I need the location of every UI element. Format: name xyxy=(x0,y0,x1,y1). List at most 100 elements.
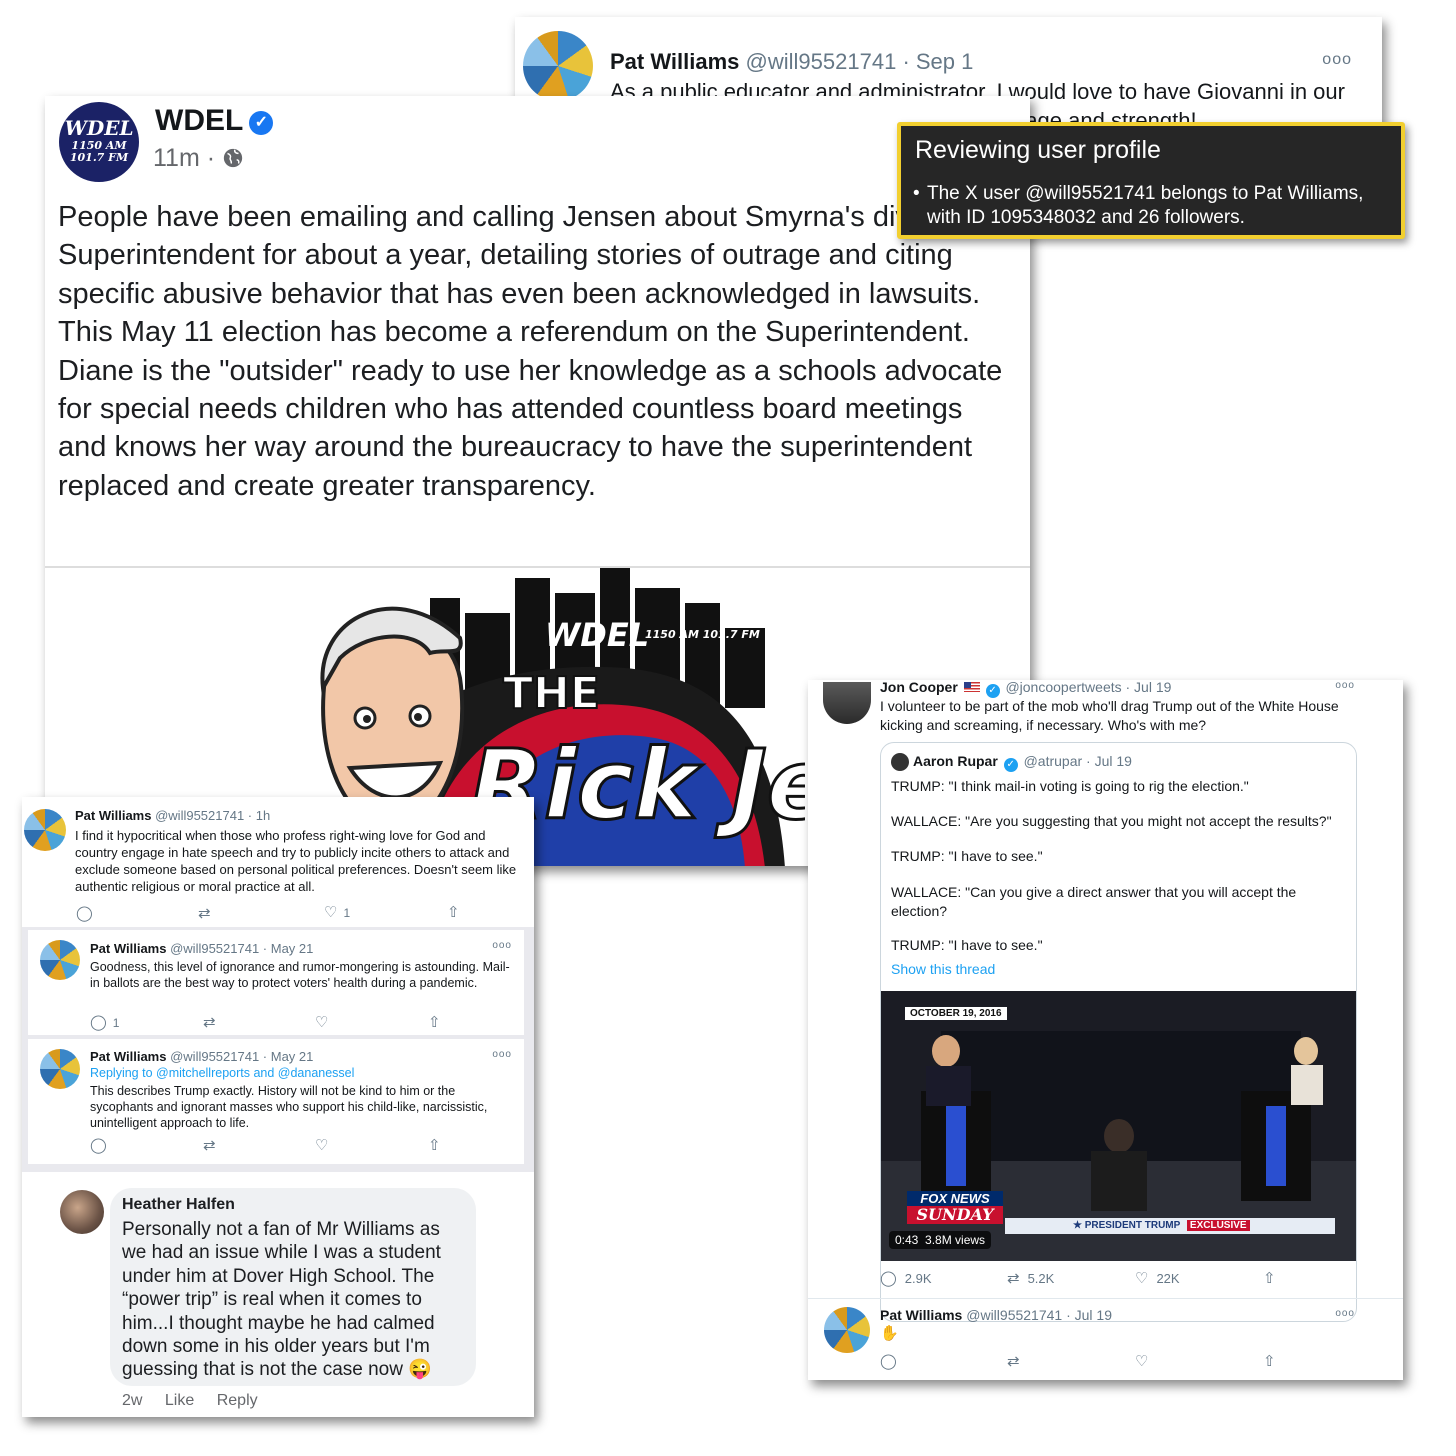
like-button[interactable]: ♡ 22K xyxy=(1135,1269,1180,1287)
tweet: Pat Williams @will95521741 · 1h I find i… xyxy=(22,797,534,927)
share-icon[interactable]: ⇧ xyxy=(428,1013,441,1031)
quote-handle[interactable]: @atrupar · Jul 19 xyxy=(1024,753,1132,769)
replying-to: Replying to @mitchellreports and @danane… xyxy=(90,1066,354,1080)
post-time[interactable]: 11m · xyxy=(153,144,244,173)
comment-actions: 2w Like Reply xyxy=(122,1392,276,1410)
quote-header: Aaron Rupar ✓ @atrupar · Jul 19 xyxy=(913,753,1132,772)
comment-age[interactable]: 2w xyxy=(122,1392,142,1409)
reply-icon[interactable]: ◯ xyxy=(76,904,93,922)
art-station: WDEL xyxy=(545,616,649,654)
like-icon[interactable]: ♡ xyxy=(315,1136,328,1154)
retweet-count: 5.2K xyxy=(1027,1271,1055,1286)
like-icon: ♡ xyxy=(1135,1270,1149,1287)
comment-text: Personally not a fan of Mr Williams as w… xyxy=(122,1219,441,1381)
station-logo[interactable]: WDEL 1150 AM 101.7 FM xyxy=(59,102,139,182)
post-time-text[interactable]: 11m · xyxy=(153,144,215,172)
tweet-date[interactable]: · Sep 1 xyxy=(902,49,973,74)
divider xyxy=(808,1298,1403,1299)
author-handle[interactable]: @will95521741 · May 21 xyxy=(170,1049,313,1064)
share-icon[interactable]: ⇧ xyxy=(428,1136,441,1154)
author-handle[interactable]: @will95521741 · 1h xyxy=(155,808,270,823)
retweet-icon[interactable]: ⇄ xyxy=(1007,1352,1020,1370)
reply-count: 2.9K xyxy=(904,1271,932,1286)
author-name[interactable]: Pat Williams xyxy=(75,808,151,823)
quoted-tweet[interactable]: Aaron Rupar ✓ @atrupar · Jul 19 TRUMP: "… xyxy=(880,742,1357,1322)
commenter-name[interactable]: Heather Halfen xyxy=(122,1196,235,1214)
avatar[interactable] xyxy=(823,682,871,724)
more-icon[interactable]: ooo xyxy=(1322,51,1352,69)
logo-fm: 101.7 FM xyxy=(69,151,129,164)
right-tweet-card: Jon Cooper ✓ @joncoopertweets · Jul 19 o… xyxy=(808,680,1403,1380)
like-button[interactable]: ♡ 1 xyxy=(324,903,350,921)
quote-line: TRUMP: "I think mail-in voting is going … xyxy=(891,778,1249,794)
reply-button[interactable]: ◯ 1 xyxy=(90,1013,119,1031)
tweet-header: Pat Williams @will95521741 · May 21 xyxy=(90,1049,313,1064)
globe-icon xyxy=(222,144,244,172)
tweet-text: This describes Trump exactly. History wi… xyxy=(90,1084,488,1130)
tweet: ooo Pat Williams @will95521741 · May 21 … xyxy=(28,930,524,1035)
video-duration: 0:43 xyxy=(895,1233,919,1247)
avatar[interactable] xyxy=(40,1049,80,1089)
avatar[interactable] xyxy=(824,1307,870,1353)
author-handle[interactable]: @will95521741 · Jul 19 xyxy=(966,1307,1112,1323)
page-name[interactable]: WDEL ✓ xyxy=(155,104,274,138)
art-freq: 1150 AM 101.7 FM xyxy=(645,628,760,641)
quote-line: TRUMP: "I have to see." xyxy=(891,848,1043,864)
reply-link[interactable]: Reply xyxy=(217,1392,258,1409)
author-name[interactable]: Pat Williams xyxy=(90,941,166,956)
author-handle[interactable]: @will95521741 · May 21 xyxy=(170,941,313,956)
retweet-button[interactable]: ⇄ 5.2K xyxy=(1007,1269,1054,1287)
reply-icon: ◯ xyxy=(880,1270,897,1287)
page-name-text[interactable]: WDEL xyxy=(155,104,243,137)
avatar[interactable] xyxy=(523,31,593,101)
author-name[interactable]: Pat Williams xyxy=(90,1049,166,1064)
more-icon[interactable]: ooo xyxy=(492,1049,512,1060)
video-brand: FOX NEWS SUNDAY xyxy=(907,1191,1003,1224)
bullet-dot: • xyxy=(913,183,920,204)
like-icon[interactable]: ♡ xyxy=(1135,1352,1148,1370)
reply-icon[interactable]: ◯ xyxy=(880,1352,897,1370)
like-icon[interactable]: ♡ xyxy=(315,1013,328,1031)
video-player[interactable]: OCTOBER 19, 2016 FOX NEWS SUNDAY ★ PRESI… xyxy=(881,991,1356,1261)
verified-icon: ✓ xyxy=(985,684,1000,698)
brand-line1: FOX NEWS xyxy=(920,1191,990,1206)
avatar[interactable] xyxy=(40,940,80,980)
author-name[interactable]: Pat Williams xyxy=(880,1307,962,1323)
share-icon[interactable]: ⇧ xyxy=(1263,1352,1276,1370)
post-text: People have been emailing and calling Je… xyxy=(58,201,1003,502)
logo-text: WDEL xyxy=(64,116,134,140)
reply-icon[interactable]: ◯ xyxy=(90,1136,107,1154)
review-tooltip: Reviewing user profile • The X user @wil… xyxy=(897,122,1405,239)
author-name[interactable]: Pat Williams xyxy=(610,49,739,74)
retweet-icon[interactable]: ⇄ xyxy=(203,1136,216,1154)
author-handle[interactable]: @will95521741 xyxy=(746,49,897,74)
like-link[interactable]: Like xyxy=(165,1392,194,1409)
reply-count: 1 xyxy=(112,1016,120,1030)
more-icon[interactable]: ooo xyxy=(492,940,512,951)
video-date: OCTOBER 19, 2016 xyxy=(905,1007,1007,1020)
video-views: 3.8M views xyxy=(925,1233,986,1247)
flag-icon xyxy=(963,682,980,692)
share-icon[interactable]: ⇧ xyxy=(447,903,460,921)
more-icon[interactable]: ooo xyxy=(1335,680,1355,691)
avatar xyxy=(891,753,909,771)
avatar[interactable] xyxy=(60,1190,104,1234)
show-thread-link[interactable]: Show this thread xyxy=(891,960,1351,979)
author-name[interactable]: Jon Cooper xyxy=(880,680,958,695)
art-the: THE xyxy=(503,668,600,719)
retweet-icon[interactable]: ⇄ xyxy=(203,1013,216,1031)
replying-handles[interactable]: @mitchellreports and @dananessel xyxy=(156,1066,354,1080)
quote-author[interactable]: Aaron Rupar xyxy=(913,753,998,769)
share-icon[interactable]: ⇧ xyxy=(1263,1269,1276,1287)
avatar[interactable] xyxy=(24,809,66,851)
retweet-icon[interactable]: ⇄ xyxy=(198,904,211,922)
more-icon[interactable]: ooo xyxy=(1335,1308,1355,1319)
reply-button[interactable]: ◯ 2.9K xyxy=(880,1269,932,1287)
retweet-icon: ⇄ xyxy=(1007,1270,1020,1287)
like-count: 22K xyxy=(1156,1271,1180,1286)
quote-line: WALLACE: "Can you give a direct answer t… xyxy=(891,884,1297,919)
tweet-text: I find it hypocritical when those who pr… xyxy=(75,828,517,894)
tweet-header: Pat Williams @will95521741 · Sep 1 xyxy=(610,49,973,75)
author-handle[interactable]: @joncoopertweets · Jul 19 xyxy=(1005,680,1171,695)
facebook-comment: Heather Halfen Personally not a fan of M… xyxy=(22,1172,534,1417)
